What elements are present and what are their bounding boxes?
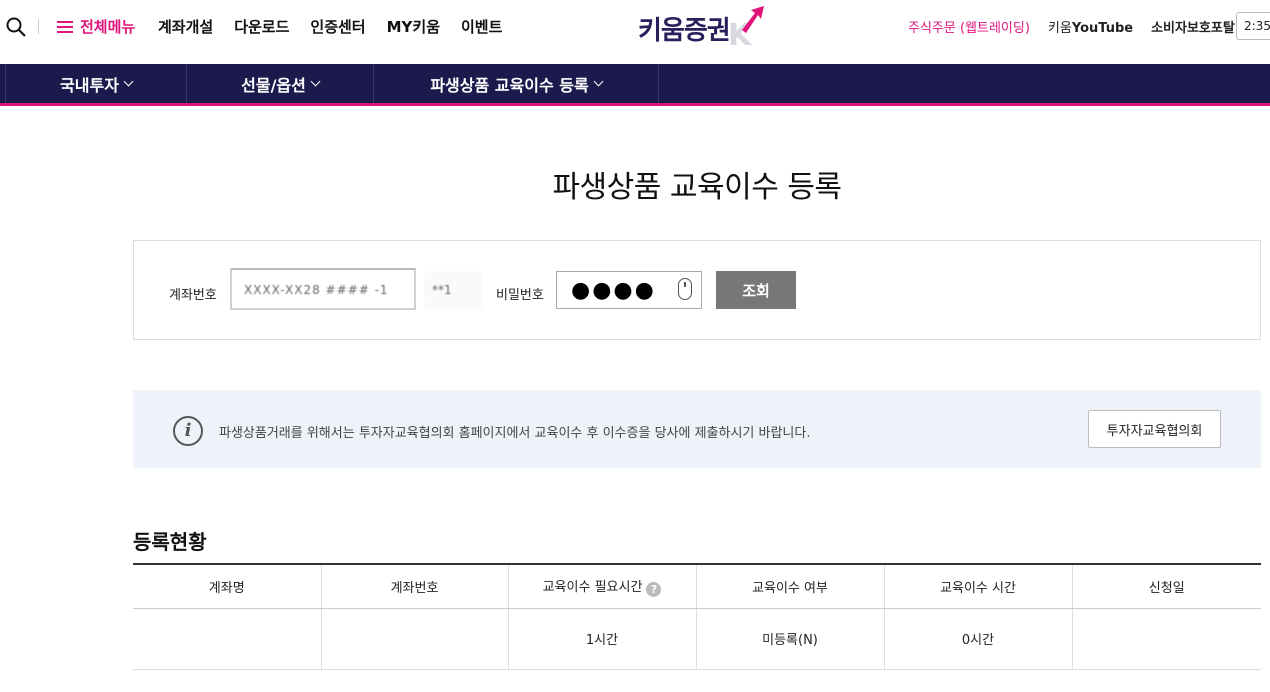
chevron-down-icon: [593, 76, 604, 87]
cell-account-name: [133, 608, 322, 670]
nav-event[interactable]: 이벤트: [461, 16, 502, 37]
search-icon[interactable]: [5, 16, 27, 38]
gnb-derivatives-education[interactable]: 파생상품 교육이수 등록: [374, 64, 659, 103]
password-label: 비밀번호: [496, 288, 544, 303]
table-header-row: 계좌명 계좌번호 교육이수 필요시간? 교육이수 여부 교육이수 시간 신청일: [133, 563, 1261, 609]
info-icon: i: [173, 416, 203, 446]
youtube-prefix: 키움: [1047, 21, 1072, 36]
top-nav: 계좌개설 다운로드 인증센터 MY키움 이벤트: [158, 16, 502, 37]
all-menu-label: 전체메뉴: [80, 18, 136, 36]
nav-download[interactable]: 다운로드: [234, 16, 289, 37]
page-title: 파생상품 교육이수 등록: [552, 170, 842, 205]
col-apply-date: 신청일: [1072, 563, 1261, 609]
cell-required-hours: 1시간: [508, 608, 697, 670]
col-account-number: 계좌번호: [321, 563, 509, 609]
top-header: 전체메뉴 계좌개설 다운로드 인증센터 MY키움 이벤트 K 키움증권 주식주문…: [0, 0, 1270, 64]
header-divider: [38, 19, 39, 34]
table-row: 1시간 미등록(N) 0시간: [133, 608, 1261, 670]
info-notice: i 파생상품거래를 위해서는 투자자교육협의회 홈페이지에서 교육이수 후 이수…: [133, 390, 1261, 468]
account-form-panel: 계좌번호 XXXX-XX28 #### -1 **1 비밀번호 ●●●● 조회: [133, 240, 1261, 340]
cell-completion-hours: 0시간: [884, 608, 1073, 670]
account-sub-field[interactable]: **1: [424, 271, 482, 309]
nav-account-open[interactable]: 계좌개설: [158, 16, 213, 37]
col-completion-hours: 교육이수 시간: [884, 563, 1073, 609]
gnb-derivatives-education-label: 파생상품 교육이수 등록: [430, 75, 589, 95]
nav-cert-center[interactable]: 인증센터: [310, 16, 365, 37]
consumer-portal-link[interactable]: 소비자보호포탈: [1151, 17, 1235, 36]
all-menu-button[interactable]: 전체메뉴: [57, 16, 135, 37]
nav-my-kiwoom[interactable]: MY키움: [387, 16, 440, 37]
gnb-futures-options-label: 선물/옵션: [241, 75, 306, 95]
kiwoom-logo[interactable]: K 키움증권: [638, 4, 768, 53]
account-number-value: XXXX-XX28 #### -1: [244, 283, 389, 297]
account-label: 계좌번호: [169, 288, 217, 303]
status-table: 계좌명 계좌번호 교육이수 필요시간? 교육이수 여부 교육이수 시간 신청일 …: [133, 563, 1261, 670]
search-button[interactable]: 조회: [716, 271, 796, 309]
col-completion-status: 교육이수 여부: [696, 563, 885, 609]
hamburger-icon: [57, 20, 73, 33]
header-right-links: 주식주문 (웹트레이딩) 키움YouTube 소비자보호포탈: [908, 17, 1235, 36]
cell-completion-status: 미등록(N): [696, 608, 885, 670]
info-message: 파생상품거래를 위해서는 투자자교육협의회 홈페이지에서 교육이수 후 이수증을…: [219, 426, 811, 441]
session-timer[interactable]: 2:35: [1236, 12, 1270, 40]
gnb-domestic-invest-label: 국내투자: [60, 75, 119, 95]
gnb-futures-options[interactable]: 선물/옵션: [187, 64, 374, 103]
logo-arrow-icon: [742, 6, 764, 33]
chevron-down-icon: [123, 76, 134, 87]
col-required-hours: 교육이수 필요시간?: [508, 563, 697, 609]
cell-apply-date: [1072, 608, 1261, 670]
help-icon[interactable]: ?: [646, 581, 662, 597]
main-navbar: 국내투자 선물/옵션 파생상품 교육이수 등록: [0, 64, 1270, 106]
col-required-hours-label: 교육이수 필요시간: [542, 579, 643, 595]
account-select[interactable]: XXXX-XX28 #### -1: [230, 268, 416, 310]
mouse-keypad-icon[interactable]: [678, 278, 692, 300]
col-account-name: 계좌명: [133, 563, 322, 609]
kofia-link-button[interactable]: 투자자교육협의회: [1088, 410, 1221, 448]
youtube-brand: YouTube: [1071, 21, 1134, 36]
youtube-link[interactable]: 키움YouTube: [1048, 17, 1133, 36]
cell-account-number: [321, 608, 509, 670]
status-section-title: 등록현황: [133, 530, 207, 554]
web-trading-link[interactable]: 주식주문 (웹트레이딩): [908, 17, 1030, 36]
logo-text: 키움증권: [638, 16, 731, 46]
gnb-domestic-invest[interactable]: 국내투자: [6, 64, 187, 103]
chevron-down-icon: [310, 76, 321, 87]
